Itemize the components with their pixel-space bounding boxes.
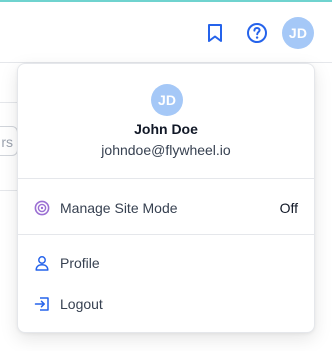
menu-item-logout[interactable]: Logout: [18, 284, 314, 324]
background-input[interactable]: rs: [0, 126, 18, 156]
menu-item-label: Manage Site Mode: [60, 200, 178, 216]
menu-item-profile[interactable]: Profile: [18, 243, 314, 283]
menu-item-label: Profile: [60, 255, 100, 271]
menu-item-manage-site-mode[interactable]: Manage Site Mode Off: [18, 188, 314, 228]
site-mode-status: Off: [279, 200, 298, 216]
user-name: John Doe: [134, 121, 198, 137]
app-page: JD rs JD John Doe johndoe@flywheel.io Ma…: [0, 0, 332, 351]
top-header: JD: [0, 2, 332, 63]
user-avatar: JD: [151, 84, 183, 116]
bookmark-icon[interactable]: [203, 21, 227, 45]
user-avatar-button[interactable]: JD: [282, 17, 314, 49]
menu-item-label: Logout: [60, 296, 103, 312]
logout-icon: [34, 296, 50, 312]
background-input-text: rs: [1, 134, 13, 150]
user-info-section: JD John Doe johndoe@flywheel.io: [18, 64, 314, 179]
menu-divider: [18, 234, 314, 235]
user-icon: [34, 255, 50, 271]
user-email: johndoe@flywheel.io: [101, 142, 231, 158]
site-mode-icon: [34, 200, 50, 216]
help-icon[interactable]: [245, 21, 269, 45]
user-menu-dropdown: JD John Doe johndoe@flywheel.io Manage S…: [17, 63, 315, 333]
